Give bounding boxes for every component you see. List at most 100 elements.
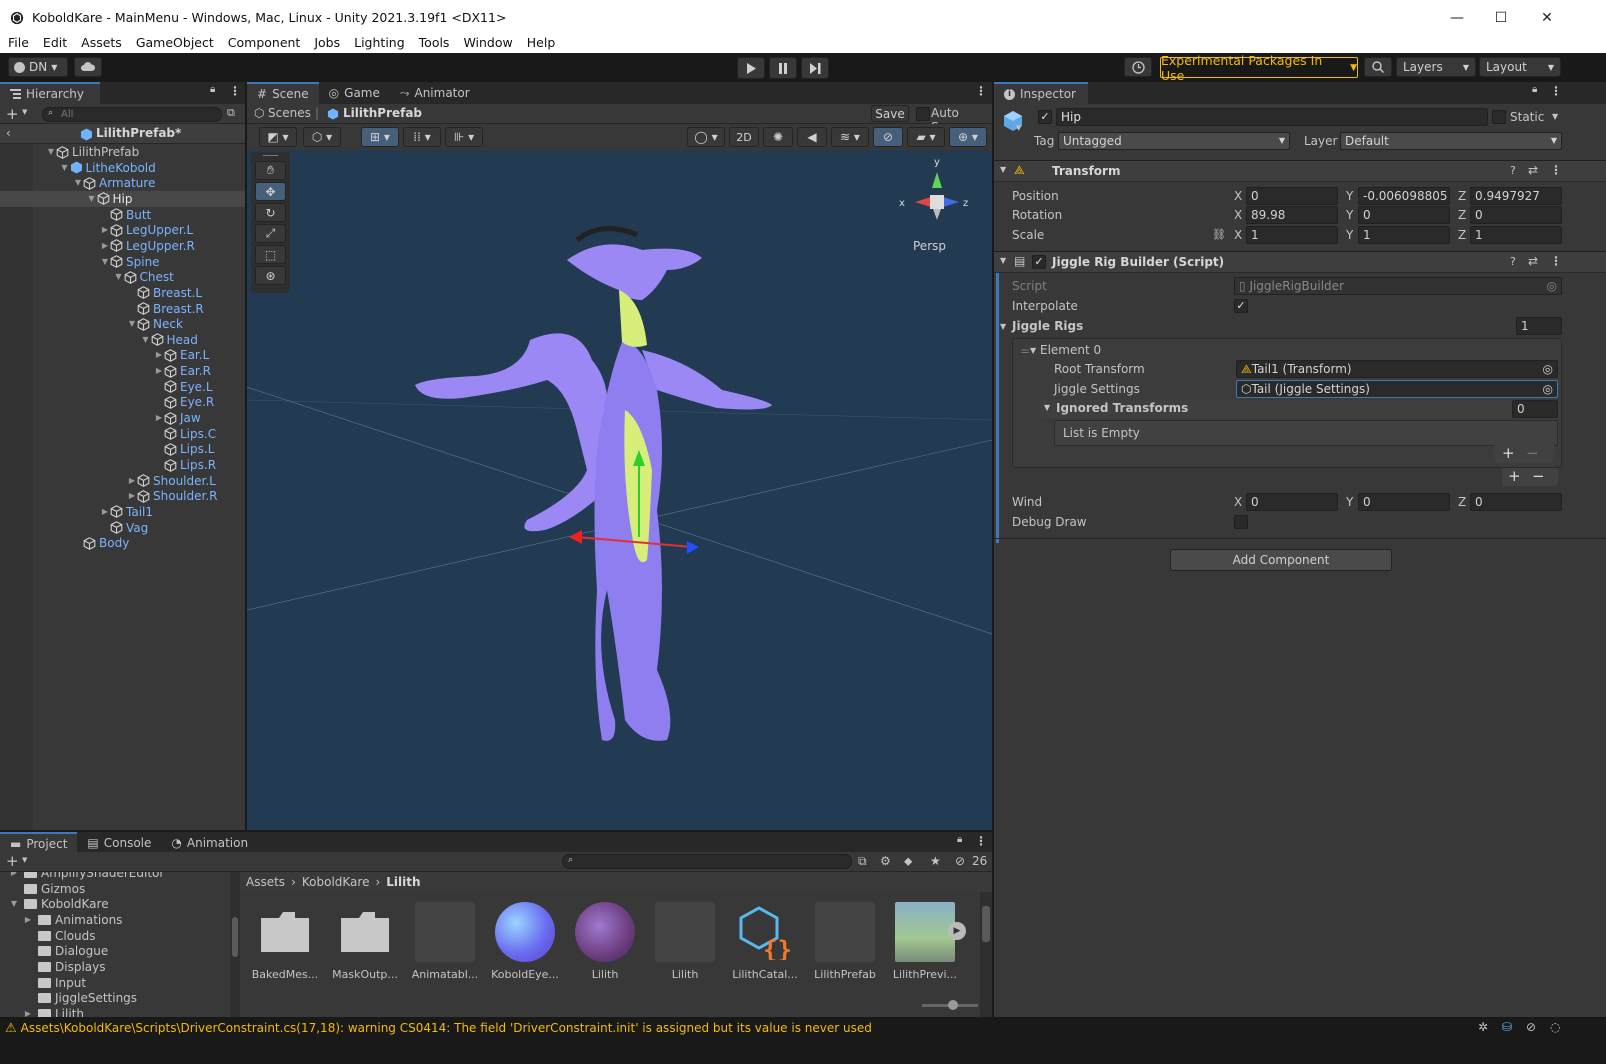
rect-tool-button[interactable]: ⬚ <box>255 245 286 264</box>
rotation-y-field[interactable]: 0 <box>1358 206 1450 224</box>
persp-label[interactable]: Persp <box>913 239 946 253</box>
chevron-down-icon[interactable]: ▼ <box>46 144 56 160</box>
add-icon[interactable]: + <box>1508 467 1521 485</box>
chevron-right-icon[interactable]: ▶ <box>127 473 137 489</box>
hierarchy-item[interactable]: ▼ Hip <box>0 190 245 207</box>
chevron-down-icon[interactable]: ▼ <box>60 160 70 176</box>
chevron-right-icon[interactable]: ▶ <box>127 488 137 504</box>
remove-icon[interactable]: − <box>1526 444 1539 462</box>
add-icon[interactable]: + <box>6 105 19 123</box>
hierarchy-item[interactable]: ▶ Shoulder.R <box>0 488 245 504</box>
drag-handle-icon[interactable]: = <box>1020 344 1030 358</box>
cloud-button[interactable] <box>74 57 102 77</box>
project-search-input[interactable]: ⌕ <box>562 854 852 869</box>
more-options-icon[interactable]: ⋮ <box>1550 84 1562 98</box>
tab-game[interactable]: ◎ Game <box>319 82 390 104</box>
tab-animation[interactable]: ◔ Animation <box>161 832 258 854</box>
breadcrumb-lilith[interactable]: Lilith <box>386 875 420 889</box>
shading-dropdown[interactable]: ◯ ▾ <box>687 127 725 147</box>
chevron-down-icon[interactable]: ▼ <box>1552 112 1558 121</box>
play-button[interactable] <box>737 57 765 79</box>
more-options-icon[interactable]: ⋮ <box>1550 163 1562 177</box>
move-tool-button[interactable]: ✥ <box>255 182 286 201</box>
tab-console[interactable]: ▤ Console <box>77 832 161 854</box>
hierarchy-item[interactable]: ▼ LilithPrefab <box>0 144 245 160</box>
increment-snap-dropdown[interactable]: ⊪ ▾ <box>445 127 483 147</box>
chevron-down-icon[interactable]: ▼ <box>1000 322 1006 331</box>
folder-item[interactable]: Dialogue <box>18 943 108 959</box>
breadcrumb-prefab[interactable]: LilithPrefab <box>343 106 422 120</box>
layers-dropdown[interactable]: Layers ▼ <box>1396 57 1476 77</box>
save-button[interactable]: Save <box>871 105 909 122</box>
chevron-down-icon[interactable]: ▼ <box>1016 124 1021 132</box>
hierarchy-item[interactable]: ▶ Tail1 <box>0 504 245 520</box>
chevron-right-icon[interactable]: ▶ <box>18 1006 38 1017</box>
object-picker-icon[interactable]: ◎ <box>1543 381 1553 397</box>
maximize-button[interactable]: ☐ <box>1478 0 1524 35</box>
position-y-field[interactable]: -0.006098805 <box>1358 187 1450 205</box>
debug-bug-icon[interactable]: ✲ <box>1478 1020 1488 1034</box>
progress-spinner-icon[interactable]: ◌ <box>1550 1020 1560 1034</box>
component-enabled-checkbox[interactable]: ✓ <box>1032 255 1046 269</box>
close-button[interactable]: ✕ <box>1524 0 1570 35</box>
hierarchy-item[interactable]: Breast.L <box>0 285 245 301</box>
scale-tool-button[interactable]: ⤢ <box>255 224 286 243</box>
transform-header[interactable]: ▼ ⟁ Transform ? ⇄ ⋮ <box>994 160 1606 182</box>
chevron-down-icon[interactable]: ▼ <box>87 191 97 207</box>
jiggle-settings-field[interactable]: ⬡Tail (Jiggle Settings) ◎ <box>1236 380 1558 398</box>
more-options-icon[interactable]: ⋮ <box>975 84 987 98</box>
scene-visibility-icon[interactable]: ⧉ <box>227 106 235 120</box>
search-by-type-icon[interactable]: ⧉ <box>858 854 867 869</box>
chevron-down-icon[interactable]: ▼ <box>114 269 124 285</box>
hierarchy-item[interactable]: ▶ Ear.L <box>0 347 245 363</box>
back-arrow-icon[interactable]: ‹ <box>6 126 11 140</box>
chevron-right-icon[interactable]: ▶ <box>18 912 38 928</box>
folder-item[interactable]: Gizmos <box>4 881 85 897</box>
wind-y-field[interactable]: 0 <box>1358 493 1450 511</box>
jiggle-rigs-size-field[interactable]: 1 <box>1516 317 1562 335</box>
jiggle-rig-builder-header[interactable]: ▼ ▤ ✓ Jiggle Rig Builder (Script) ? ⇄ ⋮ <box>994 251 1606 273</box>
hierarchy-item[interactable]: ▼ Head <box>0 332 245 348</box>
hand-tool-button[interactable]: ✋︎ <box>255 161 286 180</box>
scale-y-field[interactable]: 1 <box>1358 226 1450 244</box>
hierarchy-item[interactable]: ▼ Spine <box>0 254 245 270</box>
hierarchy-item[interactable]: Body <box>0 535 245 551</box>
chevron-down-icon[interactable]: ▼ <box>73 175 83 191</box>
ignored-transforms-header[interactable]: ▼ Ignored Transforms <box>1040 400 1558 418</box>
tab-animator[interactable]: ⤳ Animator <box>390 82 480 104</box>
help-icon[interactable]: ? <box>1510 164 1516 177</box>
hierarchy-item[interactable]: Lips.C <box>0 426 245 442</box>
hierarchy-item[interactable]: Breast.R <box>0 301 245 317</box>
hierarchy-item[interactable]: ▶ Jaw <box>0 410 245 426</box>
history-button[interactable] <box>1124 57 1152 77</box>
hierarchy-item[interactable]: ▼ Chest <box>0 269 245 285</box>
rotation-z-field[interactable]: 0 <box>1470 206 1562 224</box>
thumbnail-size-slider[interactable] <box>922 1000 978 1010</box>
hierarchy-item[interactable]: ▼ Neck <box>0 316 245 332</box>
hierarchy-item[interactable]: ▶ LegUpper.R <box>0 238 245 254</box>
hierarchy-item[interactable]: Vag <box>0 520 245 536</box>
preset-icon[interactable]: ⇄ <box>1528 163 1538 177</box>
hierarchy-item[interactable]: Lips.L <box>0 441 245 457</box>
chevron-down-icon[interactable]: ▼ <box>100 254 110 270</box>
2d-toggle[interactable]: 2D <box>729 127 759 147</box>
root-transform-field[interactable]: ⟁Tail1 (Transform) ◎ <box>1236 360 1558 378</box>
rotate-tool-button[interactable]: ↻ <box>255 203 286 222</box>
more-options-icon[interactable]: ⋮ <box>229 84 241 98</box>
folder-item[interactable]: ▶ Animations <box>18 912 123 928</box>
tab-scene[interactable]: # Scene <box>247 82 319 104</box>
account-dropdown[interactable]: DN ▼ <box>8 57 68 77</box>
hidden-packages-icon[interactable]: ⊘ <box>955 854 965 868</box>
transform-tool-button[interactable]: ⊛ <box>255 266 286 285</box>
asset-item[interactable]: MaskOutp... <box>330 902 400 981</box>
chevron-down-icon[interactable]: ▼ <box>4 896 24 912</box>
folder-item[interactable]: ▶ AmplifyShaderEditor <box>4 872 164 881</box>
audio-toggle[interactable]: ◀︎ <box>797 127 827 147</box>
lock-icon[interactable]: 🔒︎ <box>1532 84 1537 95</box>
menu-assets[interactable]: Assets <box>73 35 128 51</box>
pause-button[interactable] <box>769 57 797 79</box>
menu-file[interactable]: File <box>0 35 35 51</box>
scrollbar-thumb[interactable] <box>232 917 238 957</box>
remove-icon[interactable]: − <box>1532 467 1545 485</box>
more-options-icon[interactable]: ⋮ <box>975 834 987 848</box>
